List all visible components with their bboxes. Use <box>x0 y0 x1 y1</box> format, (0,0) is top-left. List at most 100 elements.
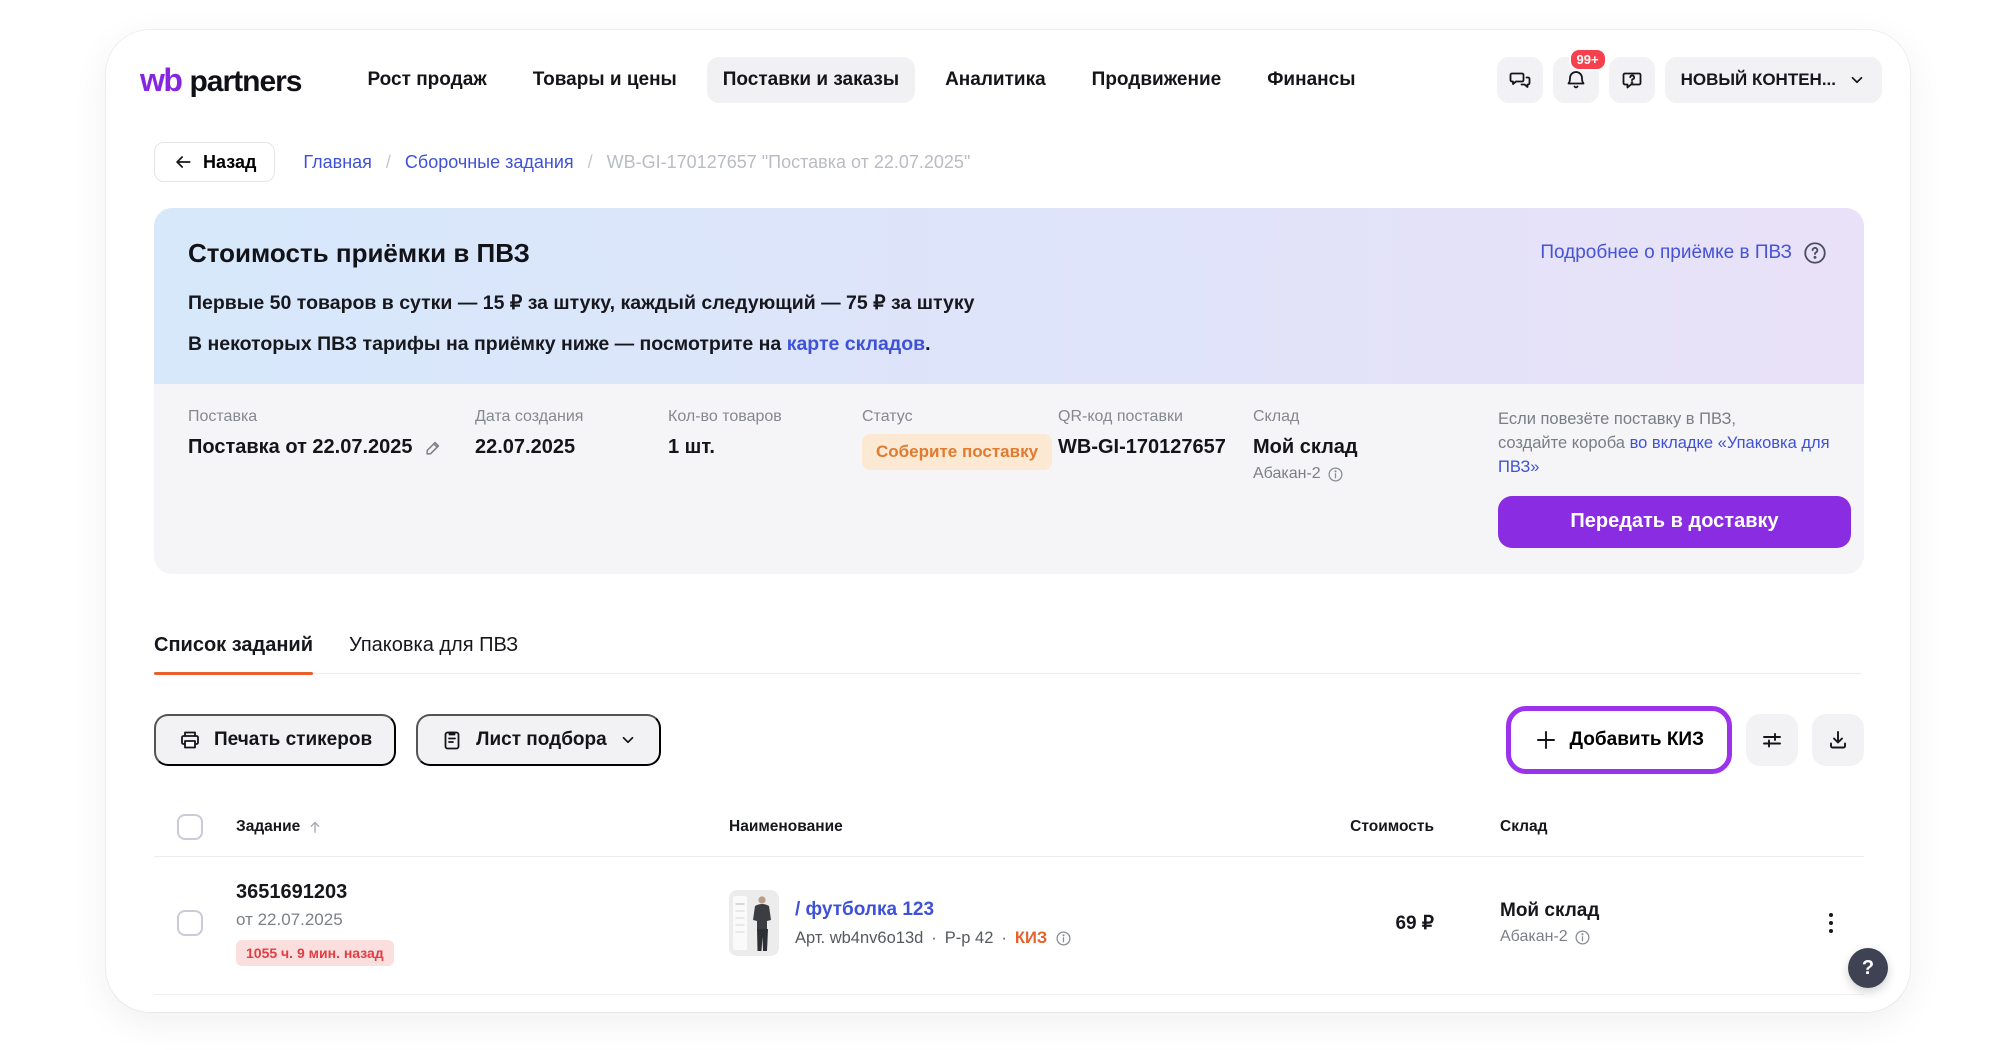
nav-menu: Рост продаж Товары и цены Поставки и зак… <box>351 57 1371 103</box>
nav-item-goods-prices[interactable]: Товары и цены <box>517 57 693 103</box>
header-label: Стоимость <box>1350 818 1434 836</box>
tab-task-list[interactable]: Список заданий <box>154 634 313 673</box>
product-size: Р-р 42 <box>945 929 994 948</box>
nav-item-sales-growth[interactable]: Рост продаж <box>351 57 502 103</box>
deliver-hint-text: Если повезёте поставку в ПВЗ, создайте к… <box>1498 408 1851 480</box>
product-thumbnail[interactable] <box>729 890 779 956</box>
pick-list-button[interactable]: Лист подбора <box>416 714 661 766</box>
back-button[interactable]: Назад <box>154 142 275 182</box>
table-header-row: Задание Наименование Стоимость Склад <box>154 798 1864 857</box>
header-label: Наименование <box>729 818 843 836</box>
transfer-to-delivery-button[interactable]: Передать в доставку <box>1498 496 1851 548</box>
info-circle-icon[interactable] <box>1574 929 1591 946</box>
filters-button[interactable] <box>1746 714 1798 766</box>
printer-icon <box>178 728 202 752</box>
chat-icon <box>1508 68 1532 92</box>
header-label: Склад <box>1500 818 1547 836</box>
notifications-button[interactable]: 99+ <box>1553 57 1599 103</box>
row-menu-button[interactable] <box>1823 907 1839 939</box>
top-nav: wb partners Рост продаж Товары и цены По… <box>140 56 1882 104</box>
row-warehouse-name: Мой склад <box>1500 900 1797 922</box>
column-header-name[interactable]: Наименование <box>729 818 1247 836</box>
select-all-checkbox[interactable] <box>177 814 203 840</box>
warehouse-cell: Мой склад Абакан-2 <box>1500 900 1797 946</box>
notification-count-badge: 99+ <box>1569 48 1607 71</box>
field-label: Склад <box>1253 408 1498 426</box>
pvz-more-link[interactable]: Подробнее о приёмке в ПВЗ <box>1540 240 1828 266</box>
product-meta: Арт. wb4nv6o13d · Р-р 42 · КИЗ <box>795 929 1072 948</box>
sliders-icon <box>1760 728 1784 752</box>
add-kiz-highlight-ring: Добавить КИЗ <box>1506 706 1732 774</box>
task-id: 3651691203 <box>236 881 729 904</box>
deliver-hint-block: Если повезёте поставку в ПВЗ, создайте к… <box>1498 408 1851 548</box>
info-circle-icon[interactable] <box>1055 930 1072 947</box>
more-link-label: Подробнее о приёмке в ПВЗ <box>1540 242 1792 264</box>
table-toolbar: Печать стикеров Лист подбора Добавить КИ… <box>154 706 1864 774</box>
field-supply-name: Поставка Поставка от 22.07.2025 <box>188 408 475 548</box>
field-label: Поставка <box>188 408 475 426</box>
account-name: НОВЫЙ КОНТЕН... <box>1681 70 1836 90</box>
download-icon <box>1826 728 1850 752</box>
toolbar-right-group: Добавить КИЗ <box>1506 706 1864 774</box>
main-panel: wb partners Рост продаж Товары и цены По… <box>106 30 1910 1012</box>
field-warehouse: Склад Мой склад Абакан-2 <box>1253 408 1498 548</box>
supply-banner: Стоимость приёмки в ПВЗ Первые 50 товаро… <box>154 208 1864 574</box>
chat-button[interactable] <box>1497 57 1543 103</box>
add-kiz-button[interactable]: Добавить КИЗ <box>1514 714 1724 766</box>
help-bubble-icon <box>1620 68 1644 92</box>
status-badge: Соберите поставку <box>862 434 1052 470</box>
breadcrumb-row: Назад Главная / Сборочные задания / WB-G… <box>154 142 1864 182</box>
price-cell: 69 ₽ <box>1247 912 1434 935</box>
product-name-link[interactable]: / футболка 123 <box>795 899 1072 921</box>
qr-code-value: WB-GI-170127657 <box>1058 436 1226 459</box>
supply-details: Поставка Поставка от 22.07.2025 Дата соз… <box>154 384 1864 574</box>
breadcrumb-separator: / <box>588 152 593 173</box>
content-tabs: Список заданий Упаковка для ПВЗ <box>154 634 1862 674</box>
nav-item-finances[interactable]: Финансы <box>1251 57 1371 103</box>
tab-pvz-packing[interactable]: Упаковка для ПВЗ <box>349 634 518 673</box>
product-cell: / футболка 123 Арт. wb4nv6o13d · Р-р 42 … <box>729 890 1247 956</box>
add-kiz-label: Добавить КИЗ <box>1570 729 1704 751</box>
tab-label: Список заданий <box>154 634 313 656</box>
breadcrumb-separator: / <box>386 152 391 173</box>
clipboard-icon <box>440 728 464 752</box>
back-label: Назад <box>203 152 256 173</box>
logo-partners-text: partners <box>189 65 301 99</box>
help-button[interactable] <box>1609 57 1655 103</box>
tasks-table: Задание Наименование Стоимость Склад 365… <box>154 798 1864 995</box>
breadcrumb-assembly-tasks[interactable]: Сборочные задания <box>405 152 574 173</box>
tab-label: Упаковка для ПВЗ <box>349 634 518 656</box>
field-label: Дата создания <box>475 408 668 426</box>
bell-icon <box>1564 68 1588 92</box>
warehouse-map-link[interactable]: карте складов <box>787 333 925 355</box>
nav-item-supplies-orders[interactable]: Поставки и заказы <box>707 57 915 103</box>
chevron-down-icon <box>619 731 637 749</box>
kiz-tag: КИЗ <box>1015 929 1047 948</box>
supply-name-value: Поставка от 22.07.2025 <box>188 436 413 459</box>
meta-separator: · <box>931 929 937 948</box>
hint-line-1: Если повезёте поставку в ПВЗ, <box>1498 410 1736 428</box>
field-status: Статус Соберите поставку <box>862 408 1058 548</box>
print-stickers-button[interactable]: Печать стикеров <box>154 714 396 766</box>
plus-icon <box>1534 728 1558 752</box>
column-header-warehouse[interactable]: Склад <box>1500 818 1797 836</box>
warehouse-value: Мой склад <box>1253 436 1358 459</box>
info-circle-icon[interactable] <box>1327 466 1344 483</box>
breadcrumb: Главная / Сборочные задания / WB-GI-1701… <box>303 152 970 173</box>
pick-list-label: Лист подбора <box>476 729 607 751</box>
row-checkbox[interactable] <box>177 910 203 936</box>
nav-item-analytics[interactable]: Аналитика <box>929 57 1062 103</box>
table-row: 3651691203 от 22.07.2025 1055 ч. 9 мин. … <box>154 857 1864 995</box>
wb-partners-logo[interactable]: wb partners <box>140 62 301 99</box>
top-nav-actions: 99+ НОВЫЙ КОНТЕН... <box>1497 57 1882 103</box>
download-button[interactable] <box>1812 714 1864 766</box>
account-selector[interactable]: НОВЫЙ КОНТЕН... <box>1665 57 1882 103</box>
breadcrumb-home[interactable]: Главная <box>303 152 372 173</box>
overdue-badge: 1055 ч. 9 мин. назад <box>236 940 394 966</box>
support-fab[interactable]: ? <box>1848 948 1888 988</box>
edit-pencil-icon[interactable] <box>423 438 443 458</box>
column-header-price[interactable]: Стоимость <box>1247 818 1434 836</box>
column-header-task[interactable]: Задание <box>236 818 729 836</box>
nav-item-promotion[interactable]: Продвижение <box>1076 57 1238 103</box>
row-warehouse-branch: Абакан-2 <box>1500 928 1568 946</box>
